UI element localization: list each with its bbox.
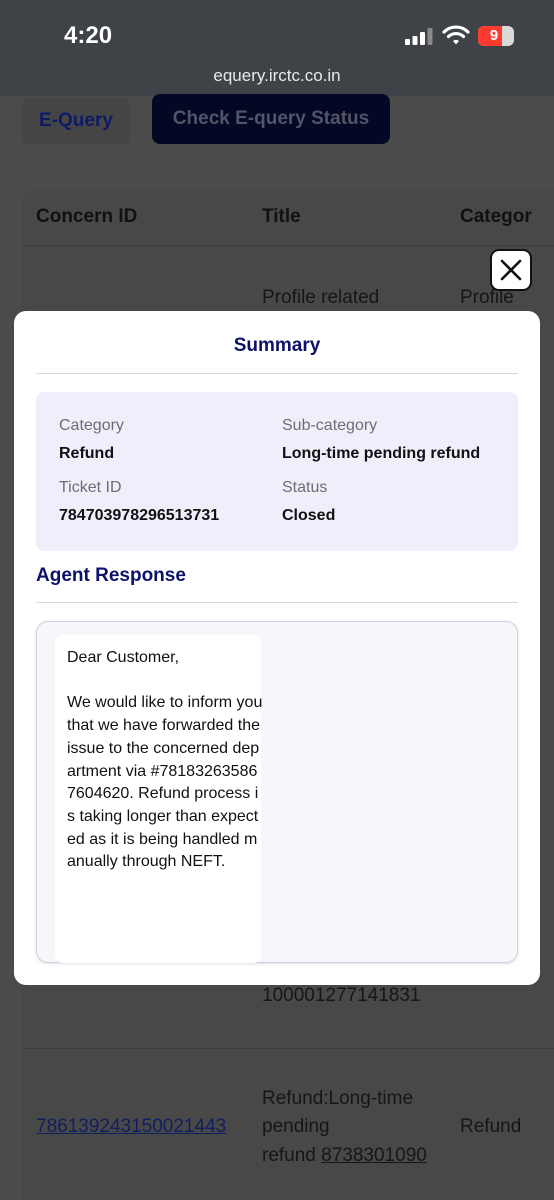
agent-response-message: Dear Customer, We would like to inform y… — [55, 635, 263, 963]
agent-response-title: Agent Response — [36, 565, 186, 586]
agent-response-divider — [36, 602, 518, 603]
cellular-signal-icon — [404, 28, 434, 51]
modal-title-divider — [36, 373, 518, 374]
tab-check-equery-status[interactable]: Check E-query Status — [152, 94, 390, 144]
modal-title: Summary — [233, 335, 321, 356]
clock: 4:20 — [64, 22, 113, 49]
status-bar: 4:20 9 equery.irctc.co.in — [0, 0, 554, 96]
column-header-category: Categor — [460, 206, 532, 227]
close-button[interactable] — [490, 249, 532, 291]
url-bar[interactable]: equery.irctc.co.in — [0, 66, 554, 86]
table-row-title-tail: 100001277141831 — [262, 985, 421, 1006]
battery-level: 9 — [489, 27, 499, 44]
category-value: Refund — [59, 445, 115, 462]
table-header-divider — [22, 245, 554, 246]
column-header-title: Title — [262, 206, 301, 227]
subcategory-label: Sub-category — [282, 417, 378, 434]
agent-response-text: Dear Customer, We would like to inform y… — [67, 649, 263, 871]
category-label: Category — [59, 417, 124, 434]
status-value: Closed — [282, 507, 336, 524]
ticket-id-label: Ticket ID — [59, 479, 122, 496]
ticket-id-value: 784703978296513731 — [59, 507, 220, 524]
close-icon — [500, 259, 522, 281]
column-header-concern-id: Concern ID — [36, 206, 138, 227]
table-row-title-line1: Refund:Long-time — [262, 1088, 414, 1109]
agent-response-box[interactable]: Dear Customer, We would like to inform y… — [36, 621, 518, 963]
table-row-title: Profile related — [262, 287, 380, 308]
title-prefix: refund — [262, 1145, 316, 1166]
table-row-title-line3: refund 8738301090 — [262, 1145, 427, 1167]
table-row-divider — [22, 1048, 554, 1049]
status-label: Status — [282, 479, 328, 496]
battery-icon: 9 — [478, 26, 514, 46]
phone-link[interactable]: 8738301090 — [321, 1145, 427, 1166]
tab-equery[interactable]: E-Query — [22, 98, 130, 144]
table-row-title-line2: pending — [262, 1116, 330, 1137]
summary-card: Category Refund Sub-category Long-time p… — [36, 392, 518, 551]
concern-id-link[interactable]: 786139243150021443 — [36, 1116, 226, 1138]
wifi-icon — [442, 24, 470, 51]
subcategory-value: Long-time pending refund — [282, 445, 481, 462]
summary-modal: Summary Category Refund Sub-category Lon… — [14, 311, 540, 985]
table-row-category: Refund — [460, 1116, 522, 1137]
